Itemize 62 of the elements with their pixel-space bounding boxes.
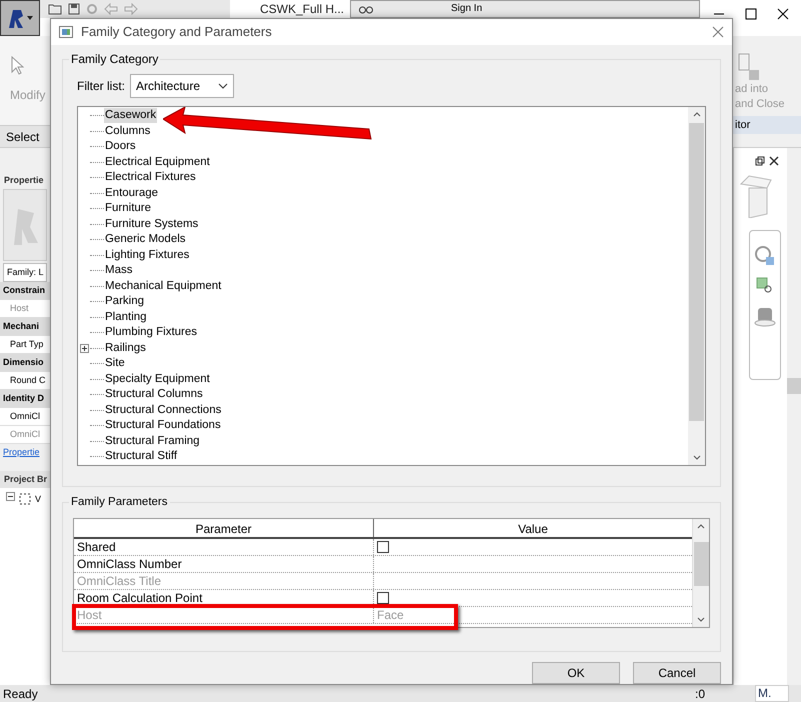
- parameter-cell: Host: [74, 607, 374, 623]
- tree-item[interactable]: Electrical Equipment: [104, 154, 211, 170]
- tree-item[interactable]: Columns: [104, 124, 152, 139]
- status-text: Ready: [2, 686, 38, 702]
- tree-item[interactable]: Lighting Fixtures: [104, 248, 190, 263]
- tree-item[interactable]: Mass: [104, 263, 134, 278]
- dialog-title: Family Category and Parameters: [81, 23, 272, 42]
- model-dropdown[interactable]: M.: [755, 685, 789, 702]
- property-row: Mechani: [0, 318, 50, 336]
- tree-item[interactable]: Specialty Equipment: [104, 372, 211, 387]
- tree-item[interactable]: Structural Connections: [104, 402, 222, 418]
- tree-item[interactable]: Structural Foundations: [104, 418, 222, 434]
- group-title: Family Category: [69, 51, 160, 67]
- property-row: OmniCl: [0, 426, 50, 444]
- dialog-button[interactable]: Cancel: [633, 662, 721, 684]
- window-title: CSWK_Full H...: [260, 1, 344, 18]
- tree-item[interactable]: Planting: [104, 310, 148, 325]
- property-row: Identity D: [0, 390, 50, 408]
- load-and-close-label: and Close: [734, 97, 786, 112]
- tree-item[interactable]: Site: [104, 356, 126, 372]
- tree-item[interactable]: Structural Columns: [104, 387, 204, 402]
- properties-link[interactable]: Propertie: [0, 444, 50, 461]
- load-into-label: ad into: [734, 82, 770, 97]
- property-row: Host: [0, 300, 50, 318]
- type-selector[interactable]: Family: L: [3, 263, 47, 282]
- tree-item[interactable]: Railings: [104, 340, 147, 356]
- filter-label: Filter list:: [77, 78, 125, 95]
- sign-in-link[interactable]: Sign In: [451, 3, 482, 15]
- browser-root[interactable]: V: [35, 492, 42, 506]
- tree-item[interactable]: Structural Stiff: [104, 449, 178, 464]
- tree-item[interactable]: Furniture: [104, 201, 152, 216]
- tree-item[interactable]: Furniture Systems: [104, 216, 200, 232]
- parameter-cell: Shared: [74, 539, 374, 555]
- column-header: Parameter: [74, 519, 374, 537]
- tree-item[interactable]: Casework: [104, 108, 158, 124]
- tree-item[interactable]: Doors: [104, 139, 137, 154]
- value-cell-text: Face: [377, 607, 404, 624]
- browser-header: Project Br: [0, 471, 50, 488]
- column-header: Value: [517, 521, 549, 537]
- panel-title: itor: [733, 116, 801, 134]
- property-row: OmniCl: [0, 408, 50, 426]
- select-dropdown[interactable]: Select: [0, 125, 50, 147]
- tree-item[interactable]: Entourage: [104, 186, 160, 201]
- tree-item[interactable]: Mechanical Equipment: [104, 278, 222, 294]
- parameter-cell: Room Calculation Point: [74, 590, 374, 606]
- property-row: Dimensio: [0, 354, 50, 372]
- tree-item[interactable]: Plumbing Fixtures: [104, 325, 198, 340]
- properties-header: Propertie: [3, 174, 45, 187]
- parameter-cell: OmniClass Number: [74, 556, 374, 572]
- property-row: Part Typ: [0, 336, 50, 354]
- property-row: Constrain: [0, 282, 50, 300]
- property-row: Round C: [0, 372, 50, 390]
- filter-dropdown[interactable]: Architecture: [130, 74, 234, 98]
- parameter-cell: OmniClass Title: [74, 573, 374, 589]
- tree-item[interactable]: Generic Models: [104, 232, 187, 248]
- tree-item[interactable]: Structural Framing: [104, 434, 201, 449]
- tree-item[interactable]: Electrical Fixtures: [104, 170, 197, 186]
- group-title: Family Parameters: [69, 494, 170, 510]
- tree-item[interactable]: Parking: [104, 294, 145, 310]
- dialog-button[interactable]: OK: [532, 662, 620, 684]
- selection-count: :0: [694, 686, 705, 702]
- modify-label: Modify: [10, 87, 46, 104]
